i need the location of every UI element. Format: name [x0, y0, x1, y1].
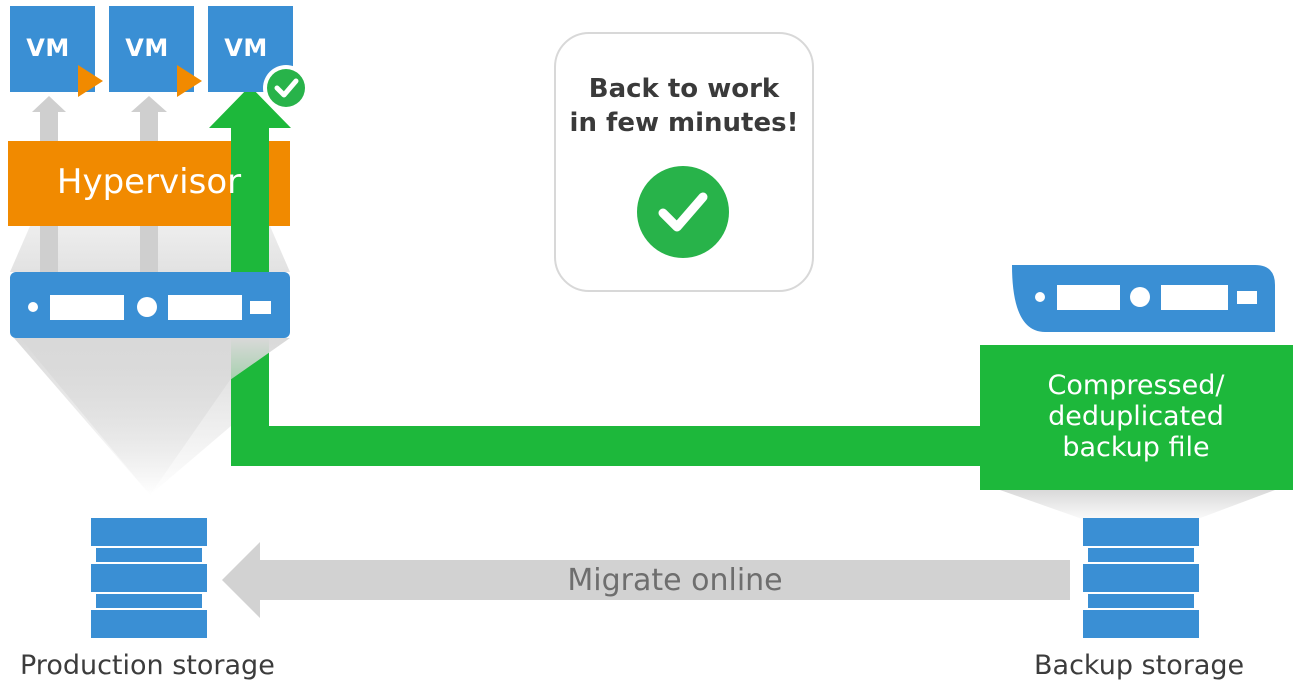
vm-arrow-gray-1: [32, 96, 66, 142]
server-icon: [10, 272, 290, 338]
migrate-label: Migrate online: [567, 563, 783, 598]
host-column-1: [40, 226, 58, 272]
vm-label-1: VM: [26, 34, 70, 62]
production-light-cone-inner: [14, 338, 231, 495]
vm-label-2: VM: [125, 34, 169, 62]
vm-arrow-gray-2: [131, 96, 167, 142]
host-column-2: [140, 226, 158, 272]
backup-db-stack-icon: [1083, 518, 1199, 638]
backup-server-icon: [1012, 265, 1275, 332]
diagram-canvas: VM VM VM Hypervisor Back to work in few …: [0, 0, 1293, 686]
hypervisor-label: Hypervisor: [56, 162, 242, 202]
production-storage-label: Production storage: [20, 650, 275, 681]
vm-label-3: VM: [224, 34, 268, 62]
production-db-stack-icon: [91, 518, 207, 638]
backup-light-cone: [1000, 490, 1275, 520]
backup-storage-label: Backup storage: [1034, 650, 1245, 681]
check-circle-icon: [263, 65, 309, 111]
callout-title: Back to work in few minutes!: [569, 74, 799, 138]
callout-check-circle-icon: [637, 166, 729, 258]
backup-file-label: Compressed/ deduplicated backup file: [1047, 370, 1225, 463]
